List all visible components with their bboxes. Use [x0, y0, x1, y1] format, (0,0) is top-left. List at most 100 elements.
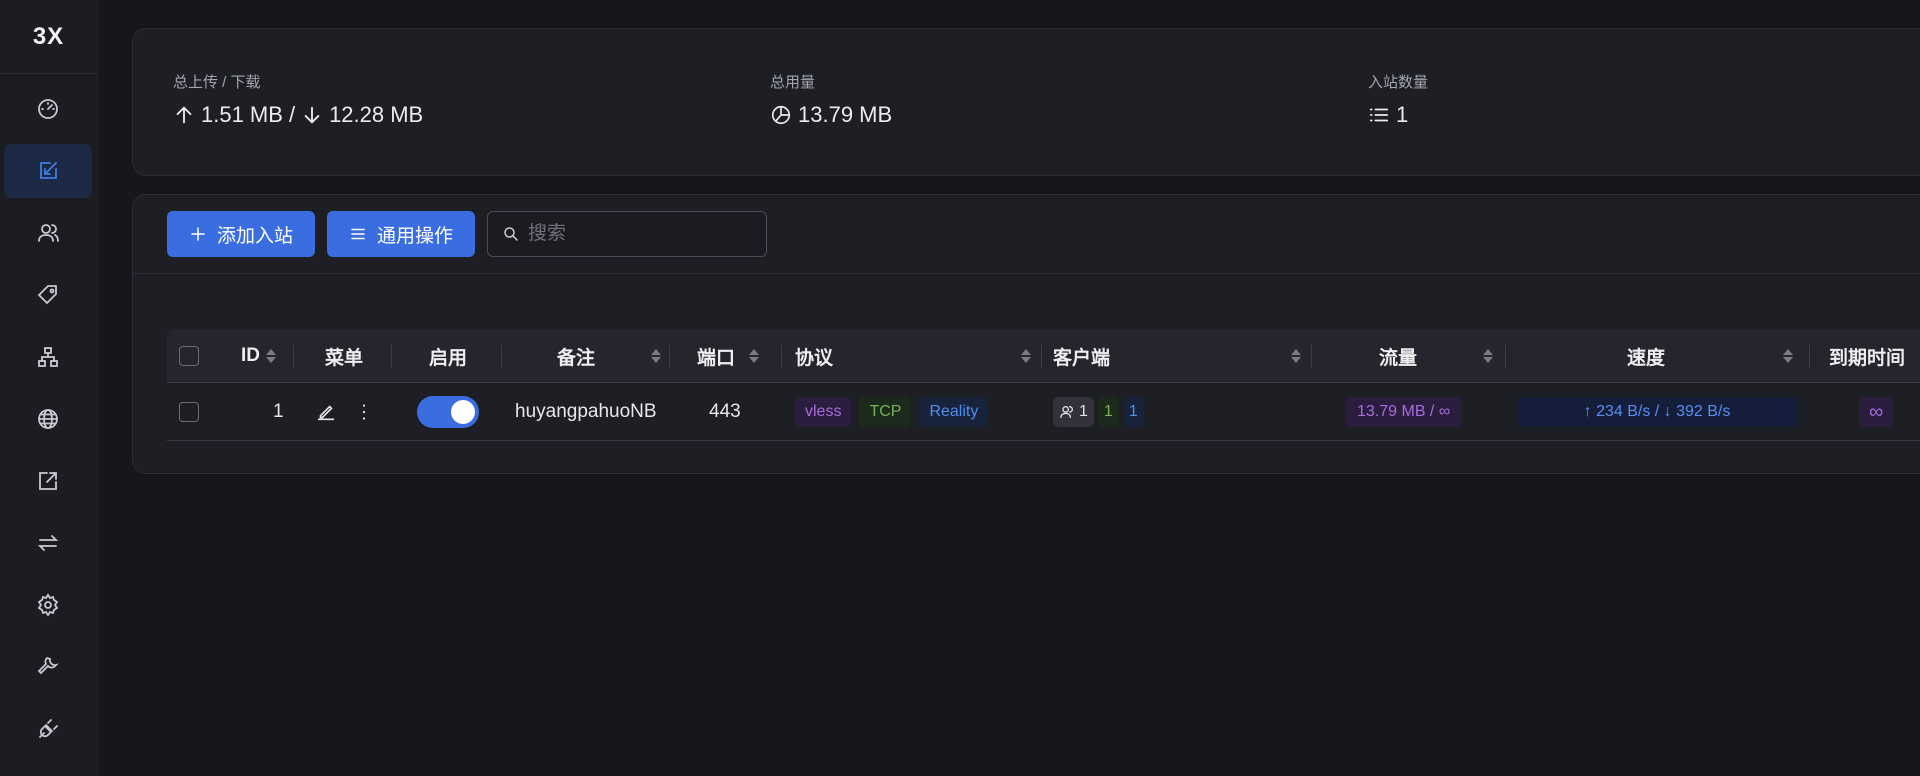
- dashboard-icon: [38, 99, 58, 119]
- row-expiry: ∞: [1859, 383, 1894, 441]
- header-clients-sort[interactable]: [1285, 329, 1301, 383]
- brand-logo: 3X: [0, 0, 97, 74]
- add-inbound-button[interactable]: 添加入站: [167, 211, 316, 257]
- list-icon: [1369, 108, 1389, 122]
- header-port[interactable]: 端口: [697, 329, 760, 383]
- general-actions-button[interactable]: 通用操作: [327, 211, 476, 257]
- row-traffic: 13.79 MB / ∞: [1345, 383, 1463, 441]
- search-input[interactable]: [528, 223, 749, 245]
- sidebar-item-routing[interactable]: [4, 516, 92, 570]
- header-id[interactable]: ID: [241, 329, 276, 383]
- column-separator: [781, 345, 782, 369]
- toolbar-divider: [133, 273, 1920, 274]
- header-remark[interactable]: 备注: [557, 329, 595, 383]
- network-tag: TCP: [859, 397, 912, 427]
- users-icon: [1060, 406, 1073, 418]
- traffic-value: 1.51 MB / 12.28 MB: [173, 102, 423, 128]
- inbound-count: 1: [1396, 102, 1409, 127]
- traffic-tag: 13.79 MB / ∞: [1345, 397, 1463, 427]
- select-all-checkbox[interactable]: [179, 346, 199, 366]
- sidebar-item-outbound[interactable]: [4, 454, 92, 508]
- stats-card: 总上传 / 下载 1.51 MB / 12.28 MB 总用量 13.79 MB…: [132, 28, 1920, 176]
- header-traffic-label: 流量: [1379, 347, 1418, 369]
- clients-online-tag[interactable]: 1: [1097, 397, 1119, 427]
- traffic-stat: 总上传 / 下载 1.51 MB / 12.28 MB: [173, 71, 423, 128]
- download-value: 12.28 MB: [329, 102, 424, 127]
- header-remark-label: 备注: [557, 347, 596, 369]
- speed-tag: ↑ 234 B/s / ↓ 392 B/s: [1517, 397, 1797, 427]
- clients-active-tag[interactable]: 1: [1122, 397, 1144, 427]
- globe-icon: [38, 409, 58, 429]
- sort-icon: [1021, 349, 1031, 363]
- traffic-separator: /: [288, 102, 296, 127]
- security-tag: Reality: [919, 397, 989, 427]
- gear-icon: [37, 593, 59, 617]
- header-traffic-sort[interactable]: [1477, 329, 1493, 383]
- column-separator: [391, 345, 392, 369]
- header-traffic[interactable]: 流量: [1379, 329, 1417, 383]
- header-expiry[interactable]: 到期时间: [1829, 329, 1905, 383]
- users-icon: [38, 224, 59, 242]
- header-speed[interactable]: 速度: [1627, 329, 1665, 383]
- plug-icon: [39, 719, 58, 738]
- menu-icon: [351, 228, 365, 240]
- wrench-icon: [37, 656, 59, 675]
- header-id-label: ID: [241, 345, 260, 366]
- clients-total-tag[interactable]: 1: [1053, 397, 1094, 427]
- edit-icon[interactable]: [313, 399, 339, 425]
- table-header: ID 菜单 启用 备注 端口 协议 客户端 流量 速度 到期时间: [167, 329, 1920, 383]
- header-enable-label: 启用: [429, 347, 468, 369]
- search-box: [487, 211, 768, 257]
- inbounds-icon: [40, 162, 57, 179]
- expiry-tag: ∞: [1859, 397, 1894, 427]
- header-expiry-label: 到期时间: [1829, 347, 1906, 369]
- header-remark-sort[interactable]: [645, 329, 661, 383]
- column-separator: [669, 345, 670, 369]
- row-id: 1: [273, 401, 284, 422]
- search-icon: [504, 227, 518, 241]
- general-actions-label: 通用操作: [377, 225, 454, 247]
- sort-icon: [1783, 349, 1793, 363]
- sidebar-item-inbounds[interactable]: [4, 144, 92, 198]
- row-enable: [417, 383, 479, 441]
- sort-icon: [749, 349, 760, 363]
- sort-icon: [651, 349, 661, 363]
- table-row: 1 huyangpahuoNB 443 vless TCP Reality 1 …: [167, 383, 1920, 441]
- header-clients[interactable]: 客户端: [1053, 329, 1110, 383]
- usage-amount: 13.79 MB: [798, 102, 893, 127]
- header-protocol-label: 协议: [795, 347, 834, 369]
- sidebar-item-logout[interactable]: [4, 702, 92, 756]
- clients-total: 1: [1079, 403, 1088, 420]
- sort-icon: [1291, 349, 1301, 363]
- sidebar-item-tools[interactable]: [4, 640, 92, 694]
- sidebar-item-dashboard[interactable]: [4, 82, 92, 136]
- usage-label: 总用量: [770, 74, 816, 91]
- sort-icon: [1483, 349, 1493, 363]
- sidebar-item-xray[interactable]: [4, 392, 92, 446]
- header-menu: 菜单: [325, 329, 363, 383]
- header-protocol[interactable]: 协议: [795, 329, 833, 383]
- row-menu: [313, 383, 377, 441]
- column-separator: [1311, 345, 1312, 369]
- plus-icon: [191, 227, 205, 241]
- header-protocol-sort[interactable]: [1015, 329, 1031, 383]
- row-speed: ↑ 234 B/s / ↓ 392 B/s: [1517, 383, 1797, 441]
- add-inbound-label: 添加入站: [217, 225, 294, 247]
- column-separator: [293, 345, 294, 369]
- sidebar-item-tags[interactable]: [4, 268, 92, 322]
- sidebar-item-network[interactable]: [4, 330, 92, 384]
- sidebar-item-clients[interactable]: [4, 206, 92, 260]
- more-icon[interactable]: [351, 399, 377, 425]
- inbound-count-stat: 入站数量 1: [1368, 71, 1428, 128]
- protocol-tag: vless: [795, 397, 852, 427]
- enable-toggle[interactable]: [417, 396, 479, 428]
- header-port-label: 端口: [697, 347, 736, 369]
- row-select-cell: [179, 383, 199, 441]
- header-speed-sort[interactable]: [1777, 329, 1793, 383]
- header-select-all: [179, 329, 199, 383]
- toolbar: 添加入站 通用操作: [167, 211, 768, 257]
- header-clients-label: 客户端: [1053, 347, 1111, 369]
- sidebar-item-settings[interactable]: [4, 578, 92, 632]
- row-remark: huyangpahuoNB: [515, 401, 657, 422]
- row-checkbox[interactable]: [179, 402, 199, 422]
